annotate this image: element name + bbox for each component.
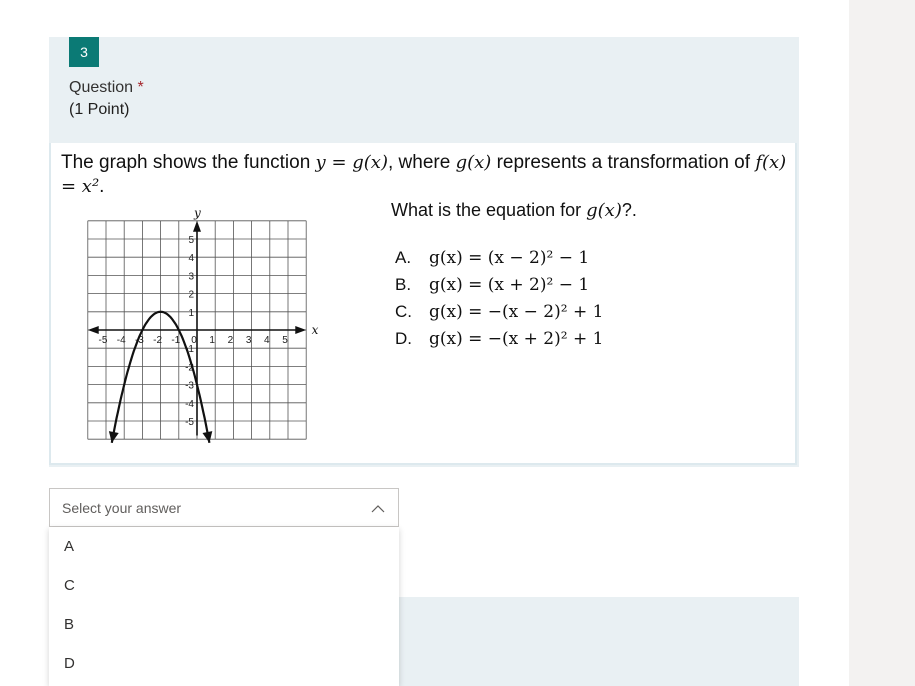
y-tick-label: 3 (188, 271, 194, 282)
y-axis-label: y (193, 206, 201, 220)
y-tick-label: -3 (185, 381, 194, 392)
y-axis-arrow (193, 220, 201, 232)
dropdown-option-c[interactable]: C (49, 566, 399, 605)
x-tick-label: -2 (153, 335, 162, 346)
question-number-badge: 3 (69, 37, 99, 67)
y-tick-label: 2 (188, 290, 194, 301)
x-axis-arrow-left (87, 326, 99, 334)
side-panel (849, 0, 915, 686)
question-title: Question * (69, 79, 144, 96)
x-tick-label: -4 (117, 335, 126, 346)
dropdown-option-b[interactable]: B (49, 605, 399, 644)
graph-tick-labels: -5 -4 -3 -2 -1 0 1 2 3 4 554321-1-2-3-4-5 (99, 235, 289, 428)
question-stem: The graph shows the function y = g(x), w… (61, 152, 787, 197)
y-tick-label: -5 (185, 417, 194, 428)
choice-d: D. g(x) = −(x + 2)² + 1 (395, 328, 604, 349)
x-tick-label: 1 (209, 335, 215, 346)
x-tick-label: 3 (246, 335, 252, 346)
next-question-card (399, 597, 799, 686)
y-tick-label: 5 (188, 235, 194, 246)
dropdown-option-d[interactable]: D (49, 644, 399, 683)
y-tick-label: -4 (185, 399, 194, 410)
dropdown-menu: A C B D (49, 527, 399, 686)
question-points: (1 Point) (69, 101, 130, 118)
dropdown-placeholder: Select your answer (62, 499, 182, 516)
parabola-graph: -5 -4 -3 -2 -1 0 1 2 3 4 554321-1-2-3-4-5 x y (87, 206, 319, 444)
dropdown-option-a[interactable]: A (49, 527, 399, 566)
answer-dropdown[interactable]: Select your answer (49, 488, 399, 527)
x-tick-label: -5 (99, 335, 108, 346)
required-asterisk: * (137, 79, 144, 96)
x-axis-arrow (295, 326, 307, 334)
x-tick-label: -1 (171, 335, 180, 346)
x-tick-label: 2 (228, 335, 234, 346)
choice-c: C. g(x) = −(x − 2)² + 1 (395, 301, 604, 322)
x-tick-label: 4 (264, 335, 270, 346)
y-tick-label: 4 (188, 253, 194, 264)
curve-arrowhead (202, 431, 213, 443)
choice-a: A. g(x) = (x − 2)² − 1 (395, 247, 590, 268)
y-tick-label: 1 (188, 308, 194, 319)
x-axis-label: x (312, 323, 319, 337)
curve-arrowhead (108, 431, 119, 443)
x-tick-label: 5 (282, 335, 288, 346)
choice-b: B. g(x) = (x + 2)² − 1 (395, 274, 590, 295)
question-prompt: What is the equation for g(x)?. (391, 200, 637, 221)
chevron-up-icon (371, 505, 385, 513)
answer-choices-list: A. g(x) = (x − 2)² − 1 B. g(x) = (x + 2)… (395, 244, 603, 352)
